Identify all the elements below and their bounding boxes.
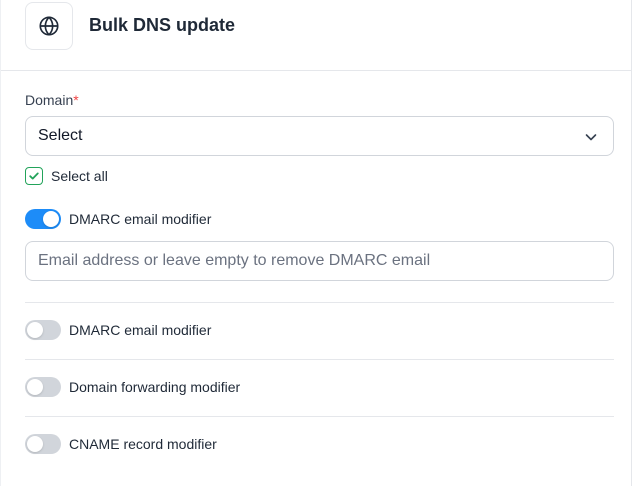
toggle-knob — [27, 436, 43, 452]
bulk-dns-update-panel: Bulk DNS update Domain* Select Select al… — [0, 0, 632, 486]
domain-forwarding-modifier-row[interactable]: Domain forwarding modifier — [25, 377, 240, 397]
domain-forwarding-modifier-label: Domain forwarding modifier — [69, 379, 241, 395]
cname-record-modifier-toggle[interactable] — [25, 434, 61, 454]
dmarc-email-toggle-row[interactable]: DMARC email modifier — [25, 209, 211, 229]
toggle-knob — [27, 379, 43, 395]
domain-label: Domain* — [25, 92, 79, 108]
globe-icon-tile — [25, 2, 73, 50]
check-icon — [29, 172, 39, 180]
toggle-knob — [43, 211, 59, 227]
required-mark: * — [73, 92, 79, 108]
dmarc-email-input[interactable] — [25, 241, 614, 281]
domain-forwarding-modifier-toggle[interactable] — [25, 377, 61, 397]
globe-icon — [39, 16, 59, 36]
select-all-label: Select all — [51, 168, 108, 184]
dmarc-email-modifier-row[interactable]: DMARC email modifier — [25, 320, 211, 340]
cname-record-modifier-label: CNAME record modifier — [69, 436, 217, 452]
cname-record-modifier-row[interactable]: CNAME record modifier — [25, 434, 217, 454]
dmarc-email-modifier-label: DMARC email modifier — [69, 322, 212, 338]
page-title: Bulk DNS update — [89, 15, 236, 35]
divider — [25, 416, 614, 417]
divider — [25, 359, 614, 360]
dmarc-email-modifier-toggle[interactable] — [25, 320, 61, 340]
panel-header: Bulk DNS update — [1, 0, 632, 71]
dmarc-email-toggle-label: DMARC email modifier — [69, 211, 212, 227]
divider — [25, 302, 614, 303]
chevron-down-icon — [585, 134, 597, 141]
domain-label-text: Domain — [25, 92, 74, 108]
domain-select[interactable]: Select — [25, 116, 614, 156]
select-all-checkbox[interactable] — [25, 167, 43, 185]
dmarc-email-toggle[interactable] — [25, 209, 61, 229]
select-all-row[interactable]: Select all — [25, 167, 108, 185]
domain-select-value: Select — [38, 127, 83, 144]
toggle-knob — [27, 322, 43, 338]
